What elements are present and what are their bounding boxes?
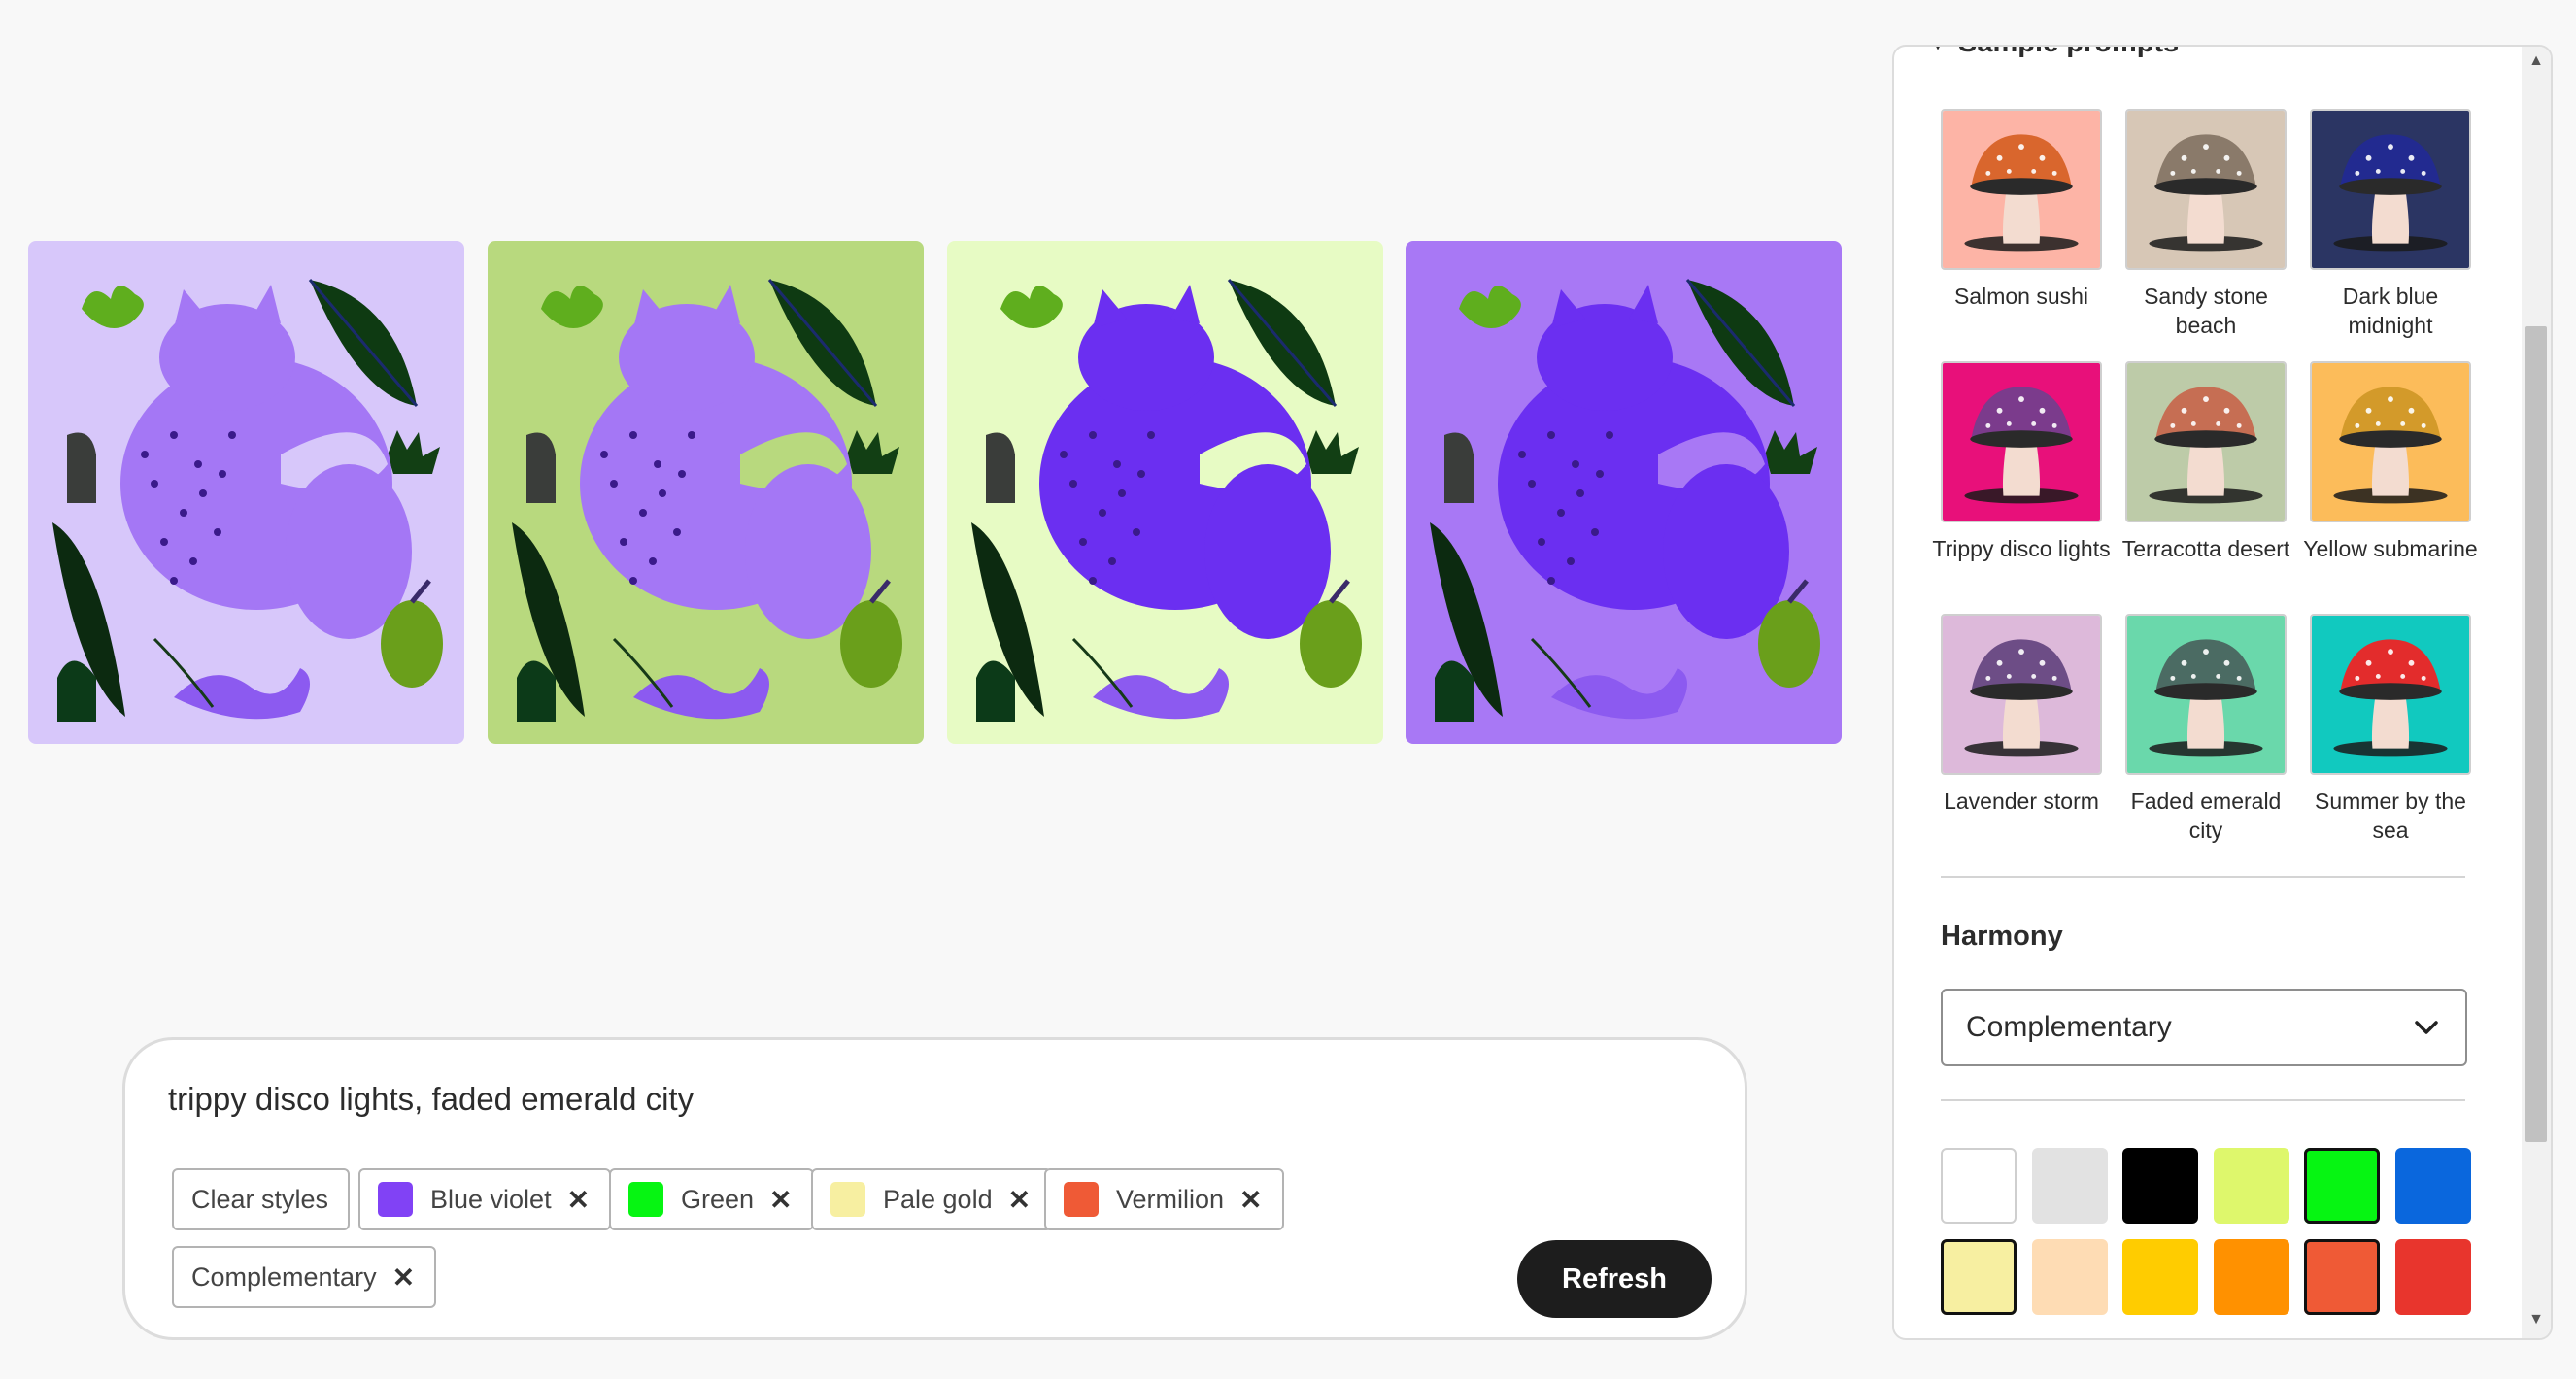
divider	[1941, 876, 2465, 878]
remove-icon[interactable]: ✕	[1239, 1184, 1262, 1216]
color-swatch[interactable]	[2213, 1148, 2289, 1224]
chip-complementary[interactable]: Complementary ✕	[172, 1246, 437, 1308]
color-swatch[interactable]	[1941, 1148, 2017, 1224]
color-swatch[interactable]	[2304, 1148, 2380, 1224]
preview-image[interactable]	[1406, 241, 1842, 744]
chevron-down-icon	[2415, 1021, 2438, 1034]
sample-prompt-thumbnail[interactable]	[2310, 361, 2471, 522]
chip-label: Vermilion	[1116, 1184, 1225, 1214]
sample-prompt-thumbnail[interactable]	[2125, 361, 2287, 522]
color-swatch-icon	[378, 1182, 413, 1217]
settings-panel: ▾ Sample prompts Salmon sushi Sandy ston…	[1892, 45, 2553, 1340]
color-swatch[interactable]	[2031, 1148, 2108, 1224]
prompt-box[interactable]: trippy disco lights, faded emerald city …	[122, 1037, 1747, 1340]
preview-image[interactable]	[947, 241, 1383, 744]
chip-vermilion[interactable]: Vermilion ✕	[1044, 1168, 1284, 1230]
prompt-text[interactable]: trippy disco lights, faded emerald city	[168, 1081, 694, 1118]
sample-prompt-label: Terracotta desert	[2121, 536, 2290, 561]
sample-prompt-label: Salmon sushi	[1953, 284, 2089, 309]
scroll-thumb[interactable]	[2525, 326, 2547, 1142]
sample-prompt-label: Trippy disco lights	[1932, 536, 2111, 561]
remove-icon[interactable]: ✕	[1008, 1184, 1031, 1216]
color-swatch[interactable]	[2394, 1148, 2471, 1224]
preview-image[interactable]	[28, 241, 464, 744]
color-swatch[interactable]	[2122, 1239, 2198, 1315]
preview-image[interactable]	[488, 241, 924, 744]
color-swatch[interactable]	[2394, 1239, 2471, 1315]
app-root: trippy disco lights, faded emerald city …	[0, 0, 2576, 1379]
sample-prompt-label: Faded emerald city	[2130, 789, 2282, 843]
remove-icon[interactable]: ✕	[392, 1261, 415, 1294]
remove-icon[interactable]: ✕	[567, 1184, 590, 1216]
color-swatch[interactable]	[2213, 1239, 2289, 1315]
sample-prompt-label: Yellow submarine	[2303, 536, 2478, 561]
remove-icon[interactable]: ✕	[769, 1184, 792, 1216]
color-swatch-icon	[830, 1182, 865, 1217]
sample-prompt-label: Dark blue midnight	[2342, 284, 2439, 338]
sample-prompt-thumbnail[interactable]	[2125, 109, 2287, 270]
sample-prompt-thumbnail[interactable]	[2125, 614, 2287, 775]
sample-prompt-thumbnail[interactable]	[1941, 109, 2102, 270]
color-swatch[interactable]	[1941, 1239, 2017, 1315]
sample-prompts-header[interactable]: ▾ Sample prompts	[1933, 47, 2179, 59]
color-swatch[interactable]	[2122, 1148, 2198, 1224]
panel-scrollbar[interactable]: ▲ ▼	[2522, 47, 2551, 1338]
refresh-button[interactable]: Refresh	[1517, 1240, 1712, 1318]
chip-label: Complementary	[191, 1261, 377, 1292]
harmony-select[interactable]: Complementary	[1941, 989, 2467, 1066]
chip-blue-violet[interactable]: Blue violet ✕	[358, 1168, 612, 1230]
scroll-up-icon[interactable]: ▲	[2525, 52, 2547, 74]
scroll-down-icon[interactable]: ▼	[2525, 1311, 2547, 1332]
chip-label: Pale gold	[883, 1184, 993, 1214]
color-swatch[interactable]	[2031, 1239, 2108, 1315]
chip-green[interactable]: Green ✕	[609, 1168, 814, 1230]
harmony-title: Harmony	[1941, 921, 2063, 952]
sample-prompt-thumbnail[interactable]	[1941, 614, 2102, 775]
color-swatch-icon	[628, 1182, 663, 1217]
color-swatch-icon	[1064, 1182, 1099, 1217]
sample-prompt-label: Sandy stone beach	[2144, 284, 2268, 338]
chip-label: Green	[681, 1184, 755, 1214]
chip-pale-gold[interactable]: Pale gold ✕	[811, 1168, 1053, 1230]
harmony-value: Complementary	[1966, 1011, 2172, 1043]
chevron-down-icon: ▾	[1933, 47, 1943, 55]
sample-prompt-label: Lavender storm	[1944, 789, 2099, 814]
sample-prompt-label: Summer by the sea	[2315, 789, 2466, 843]
color-swatch[interactable]	[2304, 1239, 2380, 1315]
clear-styles-button[interactable]: Clear styles	[172, 1168, 351, 1230]
sample-prompt-thumbnail[interactable]	[2310, 109, 2471, 270]
section-title: Sample prompts	[1958, 47, 2179, 59]
chip-label: Clear styles	[191, 1184, 329, 1214]
sample-prompt-thumbnail[interactable]	[2310, 614, 2471, 775]
chip-label: Blue violet	[430, 1184, 552, 1214]
divider	[1941, 1099, 2465, 1101]
sample-prompt-thumbnail[interactable]	[1941, 361, 2102, 522]
